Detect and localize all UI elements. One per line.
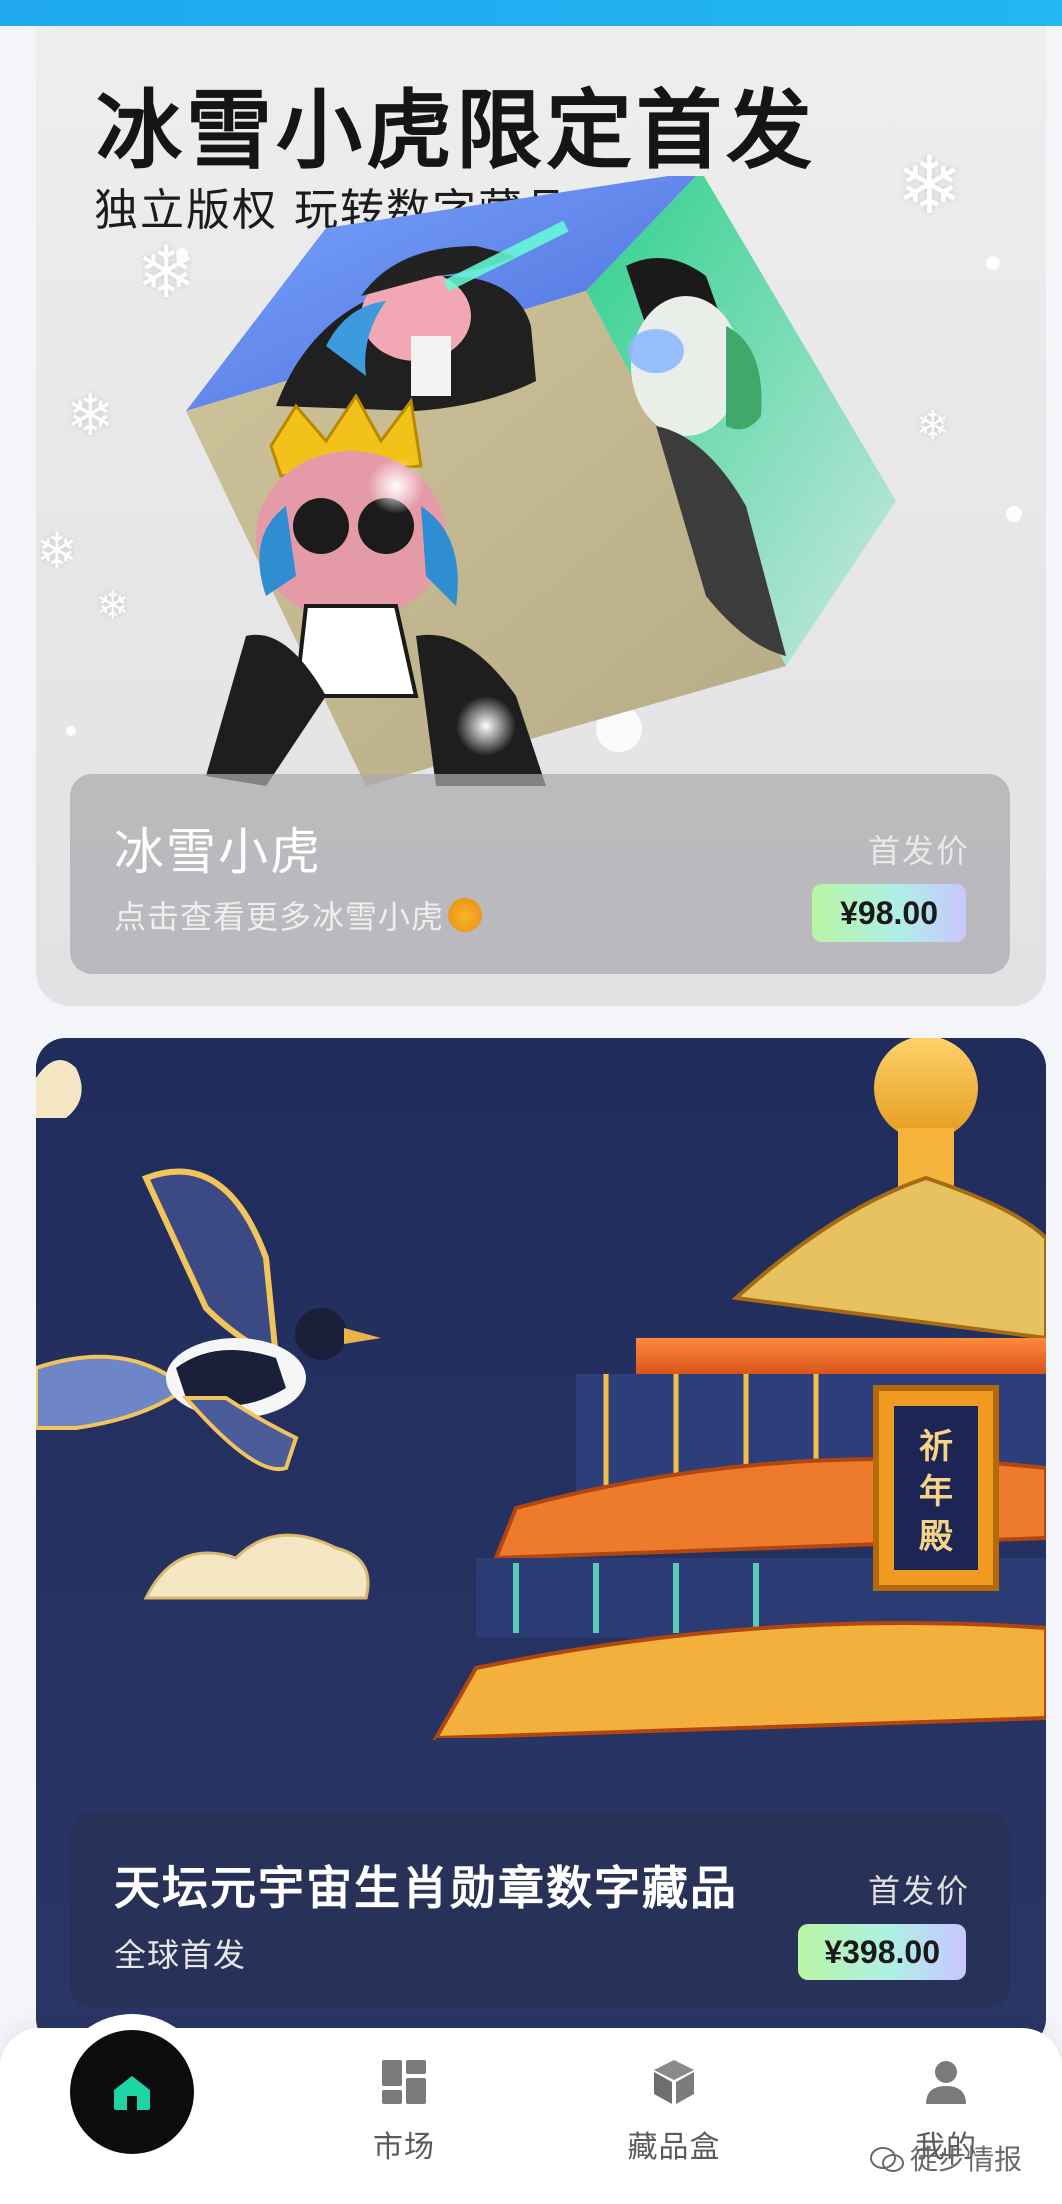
product-info-bar[interactable]: 冰雪小虎 点击查看更多冰雪小虎 首发价 ¥98.00 bbox=[70, 774, 1010, 974]
plaque-char: 祈 bbox=[919, 1427, 953, 1467]
tiger-face-icon bbox=[448, 898, 483, 932]
plaque-char: 年 bbox=[919, 1472, 953, 1512]
nft-cube-artwork bbox=[186, 176, 896, 786]
product-info-bar[interactable]: 天坛元宇宙生肖勋章数字藏品 全球首发 首发价 ¥398.00 bbox=[70, 1812, 1010, 2008]
nav-label-market: 市场 bbox=[373, 2130, 435, 2165]
price-label: 首发价 bbox=[867, 1872, 970, 1910]
nav-home-button[interactable] bbox=[70, 2030, 194, 2154]
snowflake-icon: ❄ bbox=[916, 403, 950, 449]
price-tag: ¥98.00 bbox=[812, 884, 966, 942]
user-icon bbox=[926, 2061, 966, 2104]
product-name: 天坛元宇宙生肖勋章数字藏品 bbox=[114, 1861, 738, 1915]
snowflake-icon: ❄ bbox=[896, 139, 964, 232]
snowflake-icon: ❄ bbox=[66, 381, 115, 449]
home-icon bbox=[114, 2076, 150, 2110]
product-card-snow-tiger[interactable]: ❄ ❄ ❄ ❄ ❄ ❄ ❄ 冰雪小虎限定首发 独立版权 玩转数字藏品 bbox=[36, 26, 1046, 1006]
banner-title: 冰雪小虎限定首发 bbox=[96, 81, 816, 181]
snowflake-icon: ❄ bbox=[96, 583, 130, 629]
cube-icon bbox=[654, 2060, 694, 2104]
snow-dot bbox=[1006, 506, 1022, 522]
product-description-text: 点击查看更多冰雪小虎 bbox=[114, 898, 445, 936]
wechat-icon bbox=[870, 2147, 904, 2172]
grid-icon bbox=[382, 2060, 426, 2104]
watermark-text: 徒步情报 bbox=[910, 2143, 1023, 2176]
status-bar bbox=[0, 0, 1062, 26]
product-card-temple-of-heaven[interactable]: 祈 年 殿 天坛元宇宙生肖勋章数字藏品 全球首发 首发价 ¥398.00 bbox=[36, 1038, 1046, 2048]
nav-item-market[interactable]: 市场 bbox=[314, 2058, 494, 2166]
watermark: 徒步情报 bbox=[870, 2138, 1022, 2178]
product-description[interactable]: 点击查看更多冰雪小虎 bbox=[114, 892, 483, 938]
product-name: 冰雪小虎 bbox=[114, 823, 322, 881]
price-tag: ¥398.00 bbox=[798, 1924, 966, 1980]
plaque-char: 殿 bbox=[919, 1517, 953, 1557]
price-label: 首发价 bbox=[867, 832, 970, 870]
nav-label-collection: 藏品盒 bbox=[627, 2130, 721, 2165]
snow-dot bbox=[986, 256, 1000, 270]
snow-dot bbox=[66, 726, 76, 736]
product-description: 全球首发 bbox=[114, 1936, 247, 1974]
nav-item-collection[interactable]: 藏品盒 bbox=[584, 2058, 764, 2166]
snowflake-icon: ❄ bbox=[36, 522, 78, 580]
